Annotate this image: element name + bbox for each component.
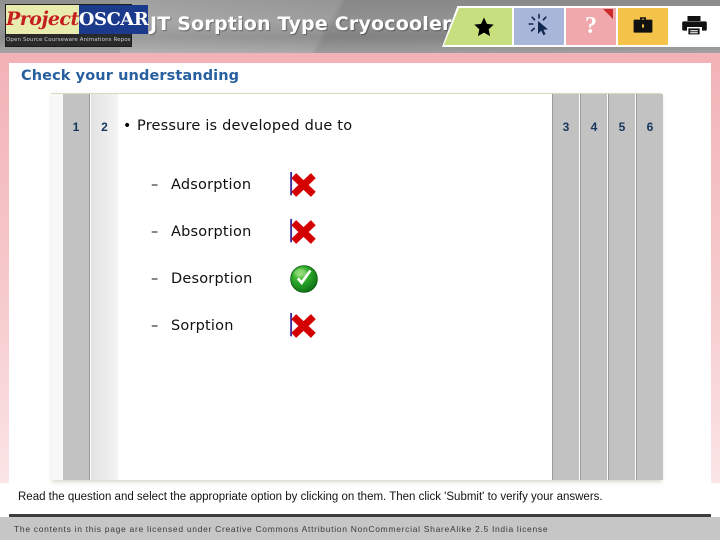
tab-1-label: 1	[72, 120, 80, 134]
app-header: Project OSCAR Open Source Courseware Ani…	[0, 0, 720, 53]
tab-6-label: 6	[646, 120, 654, 134]
sidebar-item-tab-1[interactable]: 1	[63, 94, 90, 480]
logo-word-project: Project	[6, 5, 79, 34]
tab-2-label: 2	[101, 120, 108, 134]
print-button[interactable]	[668, 6, 720, 47]
tab-3-label: 3	[562, 120, 570, 134]
interact-button[interactable]	[512, 6, 564, 47]
project-oscar-logo[interactable]: Project OSCAR Open Source Courseware Ani…	[5, 4, 149, 47]
question-mark-icon: ?	[585, 13, 597, 39]
briefcase-icon	[631, 14, 655, 40]
sidebar-item-tab-4[interactable]: 4	[580, 94, 607, 480]
slide-area: Check your understanding 1 2 3 4 5 6 • P…	[9, 63, 711, 485]
printer-icon	[681, 14, 707, 40]
option-row-desorption[interactable]: – Desorption	[151, 256, 451, 302]
page-title: JT Sorption Type Cryocooler	[150, 13, 452, 35]
question-bullet-icon: •	[123, 118, 132, 134]
help-button[interactable]: ?	[564, 6, 616, 47]
tab-5-label: 5	[618, 120, 626, 134]
frame-left-strip	[0, 53, 9, 483]
question-text: Pressure is developed due to	[137, 118, 353, 134]
option-label-absorption: Absorption	[171, 224, 252, 240]
header-icon-bar: ?	[442, 6, 720, 47]
resources-button[interactable]	[616, 6, 668, 47]
option-dash-0: –	[151, 177, 159, 193]
option-list: – Adsorption – Absorption – Desorption –…	[151, 162, 451, 350]
logo-word-oscar: OSCAR	[78, 5, 149, 34]
option-dash-2: –	[151, 271, 159, 287]
red-cross-icon	[281, 312, 333, 340]
sidebar-item-tab-2[interactable]: 2	[91, 94, 118, 480]
click-cursor-icon	[527, 13, 551, 41]
logo-tagline: Open Source Courseware Animations Reposi…	[6, 34, 131, 46]
favorite-button[interactable]	[442, 6, 512, 47]
question-panel: 1 2 3 4 5 6 • Pressure is developed due …	[51, 93, 663, 480]
red-cross-icon	[281, 171, 333, 199]
question-row: • Pressure is developed due to	[123, 118, 352, 134]
frame-right-strip	[711, 53, 720, 483]
sidebar-item-tab-3[interactable]: 3	[552, 94, 579, 480]
option-label-adsorption: Adsorption	[171, 177, 252, 193]
section-title: Check your understanding	[21, 68, 240, 84]
frame-top-strip	[0, 53, 720, 63]
option-label-sorption: Sorption	[171, 318, 234, 334]
sidebar-item-tab-5[interactable]: 5	[608, 94, 635, 480]
logo-main: Project OSCAR	[6, 5, 149, 34]
green-check-icon	[281, 264, 333, 294]
option-row-absorption[interactable]: – Absorption	[151, 209, 451, 255]
option-dash-3: –	[151, 318, 159, 334]
option-dash-1: –	[151, 224, 159, 240]
sidebar-item-tab-6[interactable]: 6	[636, 94, 663, 480]
tab-4-label: 4	[590, 120, 598, 134]
option-label-desorption: Desorption	[171, 271, 253, 287]
option-row-sorption[interactable]: – Sorption	[151, 303, 451, 349]
license-text: The contents in this page are licensed u…	[14, 524, 549, 534]
red-corner-flag-icon	[603, 9, 613, 19]
instruction-text: Read the question and select the appropr…	[18, 491, 603, 503]
star-icon	[442, 6, 512, 47]
red-cross-icon	[281, 218, 333, 246]
option-row-adsorption[interactable]: – Adsorption	[151, 162, 451, 208]
